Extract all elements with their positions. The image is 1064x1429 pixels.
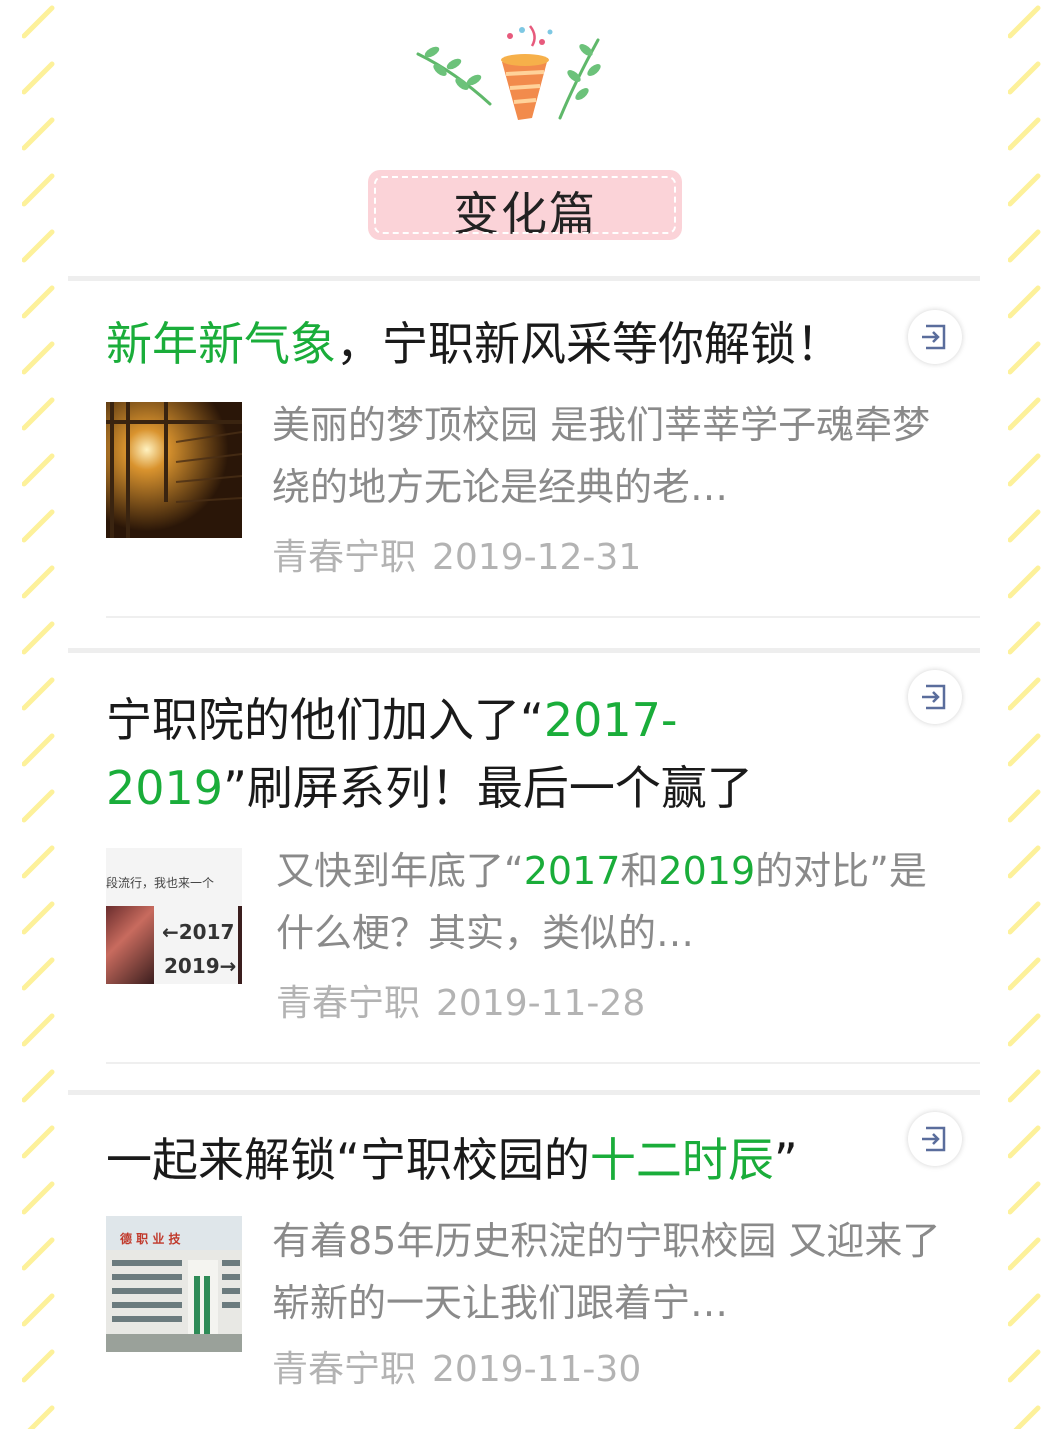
article-meta: 青春宁职 2019-12-31 <box>272 536 641 580</box>
thumb-caption: 段流行，我也来一个 <box>106 876 215 890</box>
title-text: 宁职院的他们加入了“ <box>106 693 544 747</box>
publish-date: 2019-12-31 <box>432 537 642 578</box>
title-highlight: 新年新气象 <box>106 317 336 371</box>
share-button[interactable] <box>908 310 962 364</box>
card-divider <box>68 648 980 653</box>
summary-text: 和 <box>620 849 659 893</box>
article-title[interactable]: 宁职院的他们加入了“2017-2019”刷屏系列！最后一个赢了 <box>106 686 806 822</box>
thumb-2019: 2019→ <box>164 954 237 978</box>
article-summary: 有着85年历史积淀的宁职校园 又迎来了崭新的一天让我们跟着宁… <box>272 1219 941 1325</box>
share-out-icon <box>922 324 946 350</box>
night-campus-image <box>106 402 242 538</box>
row-divider <box>106 616 980 618</box>
article-title[interactable]: 一起来解锁“宁职校园的十二时辰” <box>106 1126 896 1194</box>
share-out-icon <box>922 1126 946 1152</box>
article-meta: 青春宁职 2019-11-30 <box>272 1348 641 1392</box>
section-title: 变化篇 <box>453 187 597 241</box>
article-card[interactable]: 宁职院的他们加入了“2017-2019”刷屏系列！最后一个赢了 段流行，我也来一… <box>106 670 980 1046</box>
card-divider <box>68 1090 980 1095</box>
summary-highlight: 2019 <box>658 849 756 893</box>
card-divider <box>68 276 980 281</box>
title-text: 一起来解锁“宁职校园的 <box>106 1133 590 1187</box>
article-thumbnail[interactable]: 德 职 业 技 <box>106 1216 242 1352</box>
account-name: 青春宁职 <box>276 983 421 1024</box>
left-stripe-border <box>22 0 56 1429</box>
title-highlight: 十二时辰 <box>589 1133 774 1187</box>
article-summary: 美丽的梦顶校园 是我们莘莘学子魂牵梦绕的地方无论是经典的老… <box>272 403 931 509</box>
right-stripe-border <box>1008 0 1042 1429</box>
article-summary: 又快到年底了“2017和2019的对比”是什么梗？其实，类似的… <box>276 840 956 964</box>
share-button[interactable] <box>908 1112 962 1166</box>
publish-date: 2019-11-30 <box>432 1349 642 1390</box>
article-thumbnail[interactable]: 段流行，我也来一个 ←2017 2019→ <box>106 848 242 984</box>
article-title[interactable]: 新年新气象，宁职新风采等你解锁！ <box>106 310 896 378</box>
campus-building-image <box>106 1250 242 1352</box>
article-card[interactable]: 一起来解锁“宁职校园的十二时辰” 德 职 业 技 有着85年历史积淀的宁职校园 … <box>106 1112 980 1416</box>
title-text: ”刷屏系列！最后一个赢了 <box>223 761 753 815</box>
thumb-edge <box>238 906 242 984</box>
summary-highlight: 2017 <box>523 849 621 893</box>
section-title-tag: 变化篇 <box>368 170 682 241</box>
thumb-2017: ←2017 <box>162 920 235 944</box>
share-out-icon <box>922 684 946 710</box>
title-text: ，宁职新风采等你解锁！ <box>336 317 842 371</box>
article-meta: 青春宁职 2019-11-28 <box>276 982 645 1026</box>
title-text: ” <box>773 1133 798 1187</box>
account-name: 青春宁职 <box>272 1349 417 1390</box>
thumb-photo <box>106 906 154 984</box>
summary-text: 又快到年底了“ <box>276 849 524 893</box>
share-button[interactable] <box>908 670 962 724</box>
article-card[interactable]: 新年新气象，宁职新风采等你解锁！ 美丽的梦顶校园 是我们莘莘学子魂牵梦绕的地方无… <box>106 310 980 610</box>
account-name: 青春宁职 <box>272 537 417 578</box>
article-thumbnail[interactable] <box>106 402 242 538</box>
party-popper-icon <box>416 25 601 120</box>
row-divider <box>106 1062 980 1064</box>
publish-date: 2019-11-28 <box>436 983 646 1024</box>
